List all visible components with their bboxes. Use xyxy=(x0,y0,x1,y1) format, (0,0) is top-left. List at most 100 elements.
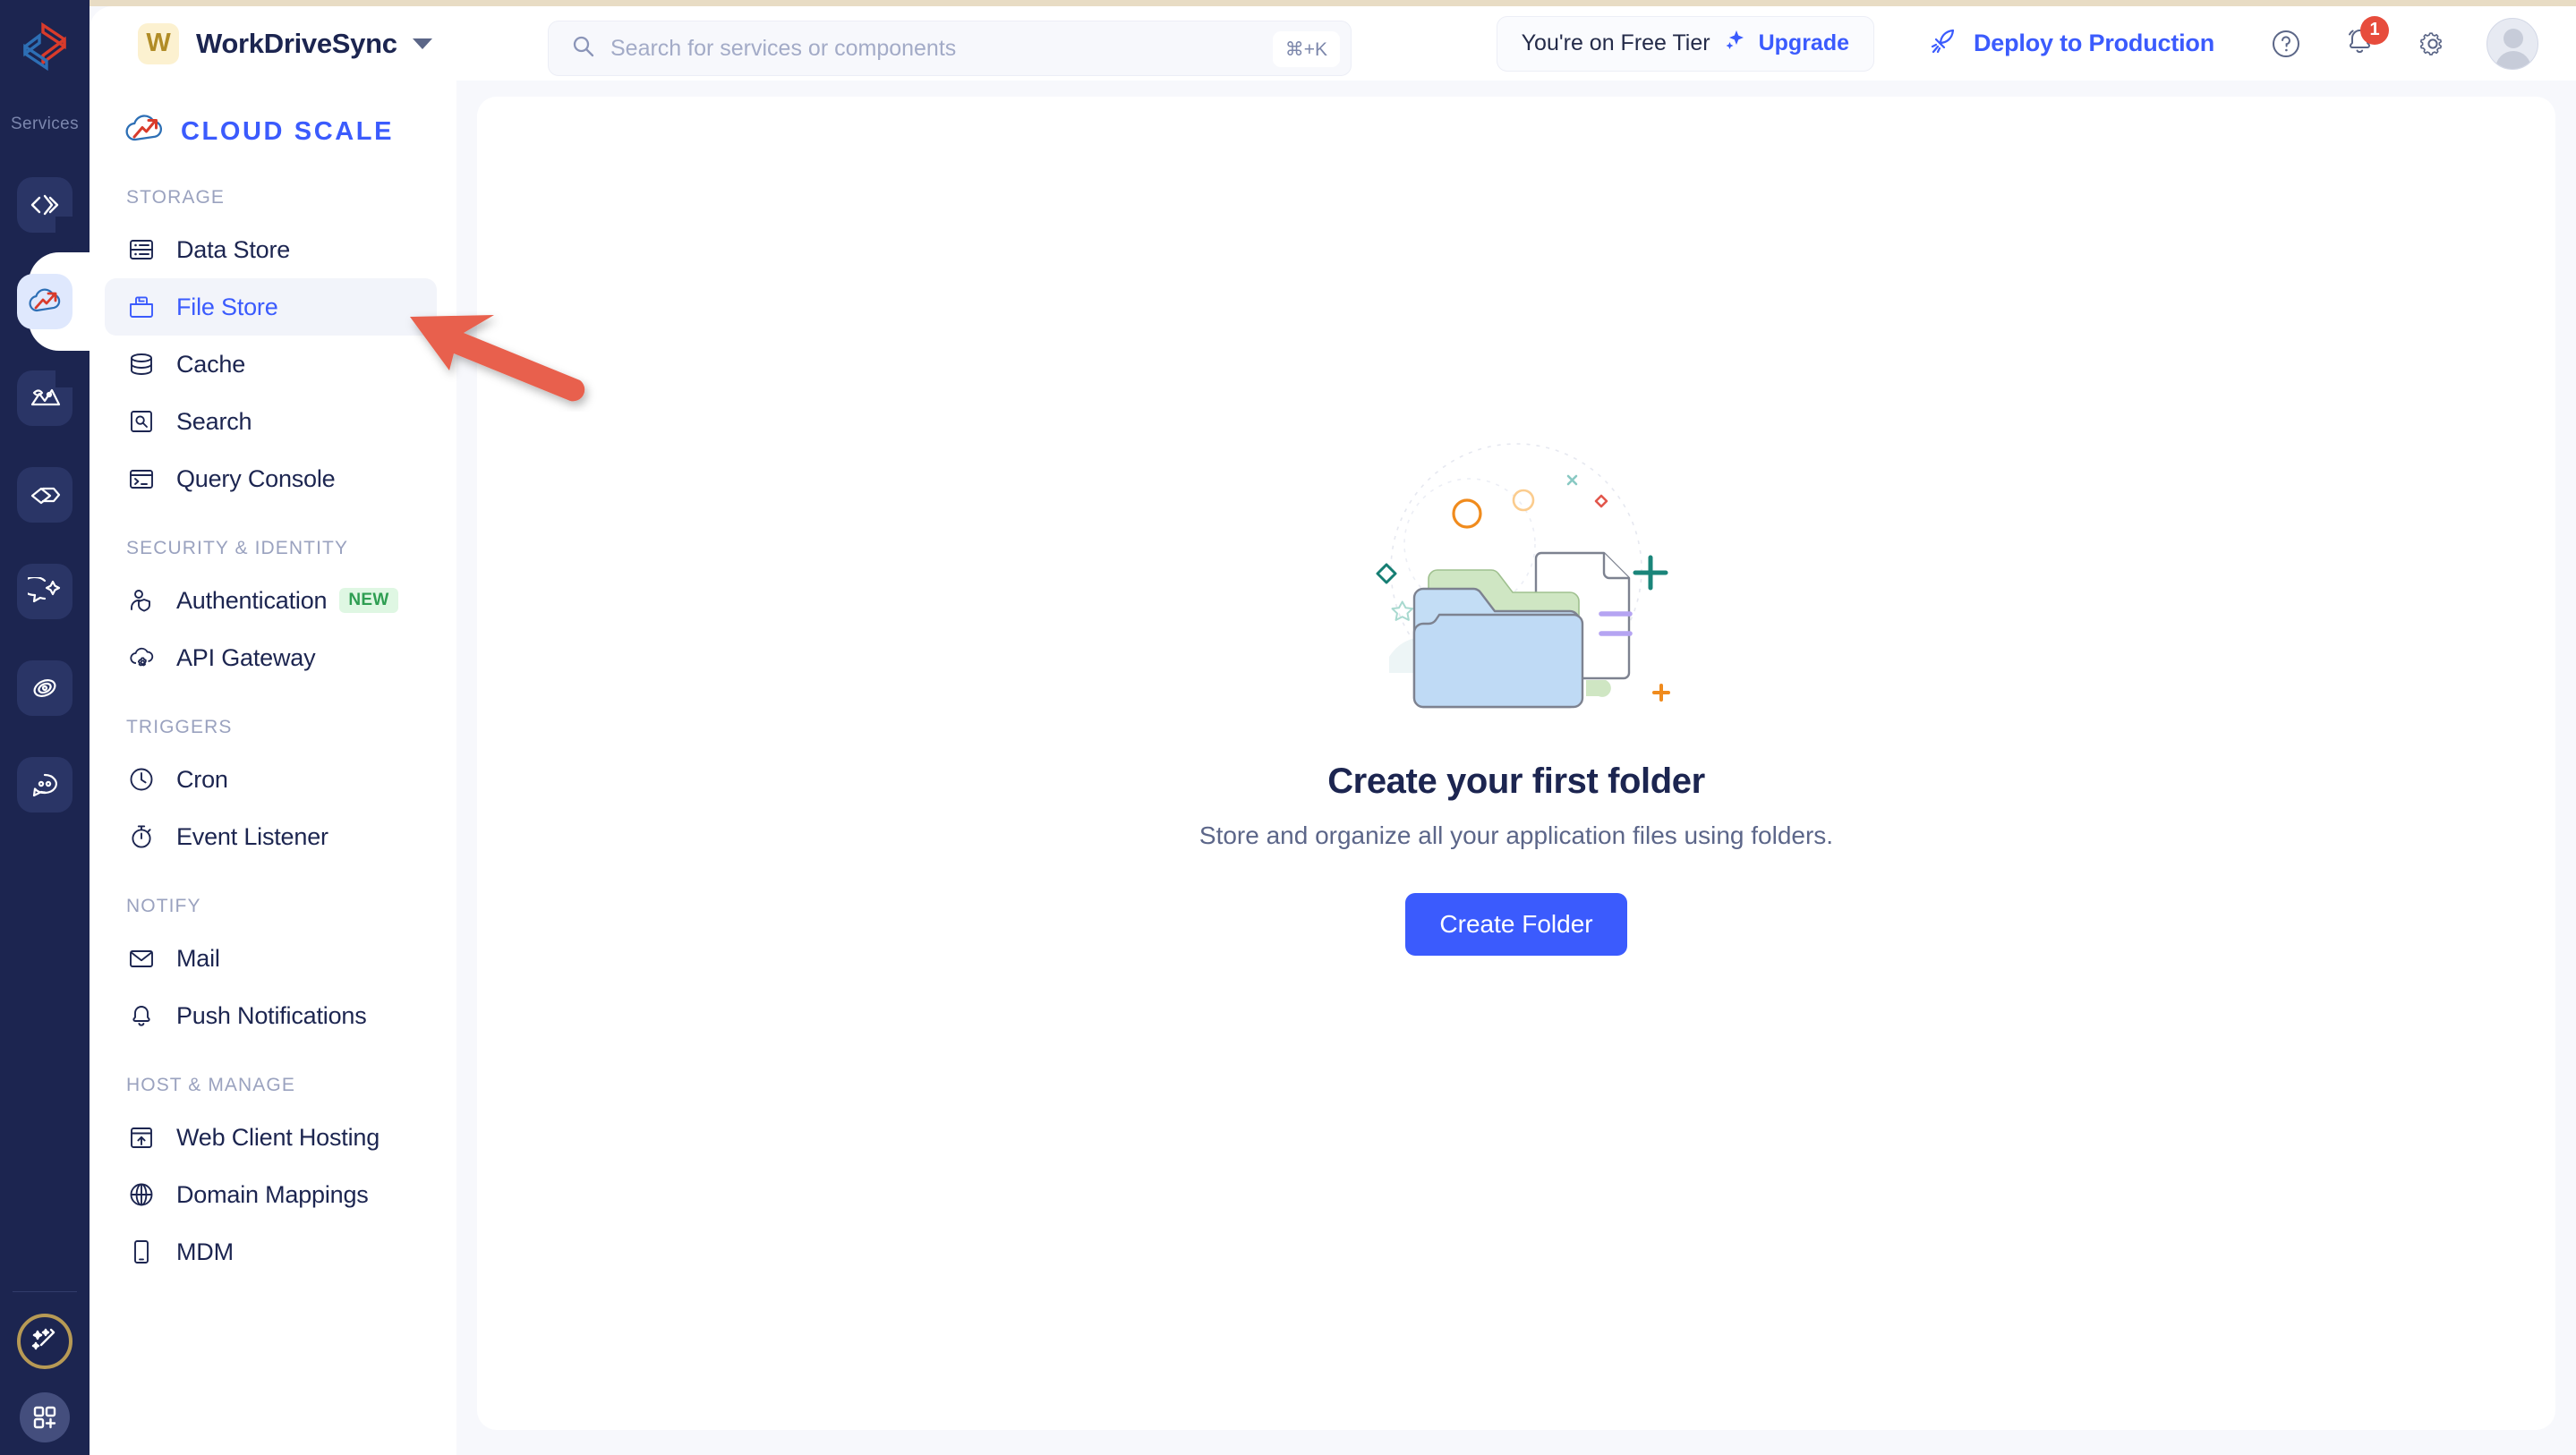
magic-wand-button[interactable] xyxy=(17,1314,73,1369)
sidebar-item-authentication[interactable]: Authentication NEW xyxy=(105,572,437,629)
nav-group-host-manage: HOST & MANAGE Web Client Hosting Domain … xyxy=(90,1075,456,1281)
app-root: Services W WorkDriveSync Search for serv… xyxy=(0,0,2576,1455)
rail-item-ai-assist[interactable] xyxy=(0,543,90,640)
global-search[interactable]: Search for services or components ⌘+K xyxy=(548,21,1352,76)
rail-item-orbit[interactable] xyxy=(0,640,90,736)
cloud-chart-icon xyxy=(124,113,165,151)
header-right-actions: You're on Free Tier Upgrade Deploy to Pr… xyxy=(1496,6,2576,81)
sidebar-item-mdm[interactable]: MDM xyxy=(105,1223,437,1281)
sidebar-item-push-notifications[interactable]: Push Notifications xyxy=(105,987,437,1044)
deploy-to-production-button[interactable]: Deploy to Production xyxy=(1928,26,2214,61)
sidebar-item-domain-mappings[interactable]: Domain Mappings xyxy=(105,1166,437,1223)
sidebar-scroll-area: STORAGE Data Store File Store Cache Sear… xyxy=(90,187,456,1281)
user-avatar[interactable] xyxy=(2486,17,2538,70)
top-edge-strip xyxy=(0,0,2576,6)
services-rail: Services xyxy=(0,0,90,1455)
window-upload-icon xyxy=(125,1124,158,1151)
search-icon xyxy=(571,34,595,63)
sidebar-brand: CLOUD SCALE xyxy=(90,81,456,151)
sidebar-item-label: File Store xyxy=(176,293,278,320)
sidebar-item-query-console[interactable]: Query Console xyxy=(105,450,437,507)
folder-icon xyxy=(125,294,158,320)
zoho-logo-icon[interactable] xyxy=(16,20,73,81)
notification-count-badge: 1 xyxy=(2360,15,2389,45)
avatar-head xyxy=(2503,28,2523,48)
sidebar-item-label: Authentication xyxy=(176,586,328,614)
chevron-down-icon xyxy=(412,38,432,49)
orbit-icon xyxy=(17,660,73,716)
folder-and-document-illustration xyxy=(1337,435,1695,735)
nav-group-title: SECURITY & IDENTITY xyxy=(126,538,349,558)
bot-chat-icon xyxy=(17,757,73,813)
nav-group-title: STORAGE xyxy=(126,187,226,208)
status-badge-new: NEW xyxy=(339,588,398,613)
search-input-placeholder: Search for services or components xyxy=(610,35,957,61)
database-rows-icon xyxy=(125,236,158,263)
nav-group-title: HOST & MANAGE xyxy=(126,1075,295,1095)
sidebar-item-label: Cron xyxy=(176,765,228,793)
sidebar-item-label: Mail xyxy=(176,944,220,972)
rail-services-label: Services xyxy=(10,115,80,133)
bell-icon xyxy=(125,1002,158,1029)
gear-icon[interactable] xyxy=(2413,24,2452,64)
pipeline-icon xyxy=(17,467,73,523)
search-square-icon xyxy=(125,408,158,435)
empty-state: Create your first folder Store and organ… xyxy=(477,435,2555,956)
avatar-body xyxy=(2495,50,2531,69)
sidebar-item-label: API Gateway xyxy=(176,643,316,671)
sidebar-item-label: Search xyxy=(176,407,252,435)
sidebar-item-label: Push Notifications xyxy=(176,1001,367,1029)
empty-state-subtitle: Store and organize all your application … xyxy=(1198,821,1834,849)
sidebar-item-data-store[interactable]: Data Store xyxy=(105,221,437,278)
tier-label: You're on Free Tier xyxy=(1521,30,1710,55)
sparkle-icon xyxy=(1723,29,1746,58)
rail-item-cloud-scale[interactable] xyxy=(0,217,90,387)
project-initial-badge: W xyxy=(138,22,179,64)
rocket-icon xyxy=(1928,26,1958,61)
project-name: WorkDriveSync xyxy=(196,27,397,59)
sidebar-brand-label: CLOUD SCALE xyxy=(181,117,395,146)
sidebar-item-label: Web Client Hosting xyxy=(176,1123,380,1151)
add-app-button[interactable] xyxy=(20,1392,70,1442)
help-circle-icon[interactable] xyxy=(2266,24,2306,64)
clock-icon xyxy=(125,766,158,793)
deploy-label: Deploy to Production xyxy=(1974,30,2214,56)
sidebar-item-label: MDM xyxy=(176,1238,234,1265)
mobile-device-icon xyxy=(125,1238,158,1265)
search-shortcut-hint: ⌘+K xyxy=(1272,31,1340,67)
create-folder-button[interactable]: Create Folder xyxy=(1405,893,1627,956)
rail-item-list xyxy=(0,157,90,833)
main-content-panel: Create your first folder Store and organ… xyxy=(477,97,2555,1430)
free-tier-pill[interactable]: You're on Free Tier Upgrade xyxy=(1496,15,1874,72)
service-sidebar: CLOUD SCALE STORAGE Data Store File Stor… xyxy=(90,81,456,1455)
rail-item-bot[interactable] xyxy=(0,736,90,833)
nav-group-notify: NOTIFY Mail Push Notifications xyxy=(90,896,456,1044)
sidebar-item-label: Data Store xyxy=(176,235,291,263)
sidebar-item-cache[interactable]: Cache xyxy=(105,336,437,393)
notifications-bell[interactable]: 1 xyxy=(2340,15,2389,64)
cloud-scale-icon xyxy=(17,274,73,329)
chat-sparkle-icon xyxy=(17,564,73,619)
sidebar-item-label: Domain Mappings xyxy=(176,1180,369,1208)
sidebar-item-api-gateway[interactable]: API Gateway xyxy=(105,629,437,686)
sidebar-item-web-client-hosting[interactable]: Web Client Hosting xyxy=(105,1109,437,1166)
nav-group-triggers: TRIGGERS Cron Event Listener xyxy=(90,717,456,865)
sidebar-item-search[interactable]: Search xyxy=(105,393,437,450)
cache-stack-icon xyxy=(125,351,158,378)
stopwatch-icon xyxy=(125,823,158,850)
sidebar-item-label: Cache xyxy=(176,350,246,378)
sidebar-item-mail[interactable]: Mail xyxy=(105,930,437,987)
sidebar-item-label: Query Console xyxy=(176,464,336,492)
empty-state-title: Create your first folder xyxy=(1327,762,1705,801)
user-shield-icon xyxy=(125,587,158,614)
nav-group-title: NOTIFY xyxy=(126,896,201,916)
nav-group-title: TRIGGERS xyxy=(126,717,233,737)
upgrade-link[interactable]: Upgrade xyxy=(1759,30,1849,56)
project-switcher[interactable]: W WorkDriveSync xyxy=(138,22,432,64)
sidebar-item-cron[interactable]: Cron xyxy=(105,751,437,808)
cloud-gear-icon xyxy=(125,644,158,671)
sidebar-item-file-store[interactable]: File Store xyxy=(105,278,437,336)
sidebar-item-label: Event Listener xyxy=(176,822,328,850)
sidebar-item-event-listener[interactable]: Event Listener xyxy=(105,808,437,865)
rail-item-pipeline[interactable] xyxy=(0,447,90,543)
